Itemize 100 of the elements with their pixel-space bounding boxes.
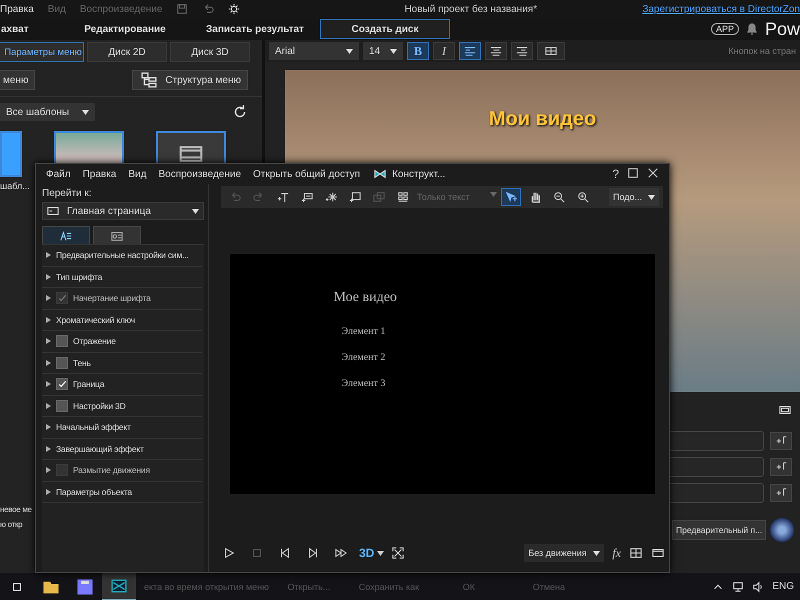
bold-button[interactable]: B [407, 42, 429, 60]
pane-tab[interactable] [93, 226, 141, 244]
panel-tab[interactable]: Диск 2D [87, 42, 167, 62]
sparkle-icon [325, 191, 337, 203]
aspect-ratio-icon [651, 547, 665, 559]
volume-icon [752, 580, 764, 592]
font-dropdown[interactable]: Arial [269, 42, 359, 60]
page-icon [47, 205, 59, 217]
goto-label: Перейти к: [42, 188, 93, 199]
caret-icon [82, 110, 89, 114]
align-button[interactable] [485, 42, 507, 60]
expand-arrow-icon[interactable] [46, 295, 51, 302]
layout-button[interactable] [537, 42, 565, 60]
expand-arrow-icon[interactable] [46, 316, 51, 323]
menu-structure-button[interactable]: Структура меню [132, 70, 248, 90]
italic-button[interactable]: I [433, 42, 455, 60]
app-logo-icon [372, 168, 388, 180]
mode-tab[interactable]: Создать диск [320, 19, 450, 39]
next-frame-icon [307, 547, 319, 559]
caret-icon [490, 192, 497, 197]
property-row[interactable]: Тень [42, 352, 202, 374]
app-badge[interactable]: APP [710, 23, 739, 35]
expand-arrow-icon[interactable] [46, 338, 51, 344]
close-icon [647, 167, 659, 179]
menu-item[interactable]: Воспроизведение [158, 168, 242, 180]
panel-tab[interactable]: Диск 3D [170, 42, 250, 62]
property-row[interactable]: Предварительные настройки сим... [42, 245, 202, 266]
property-row[interactable]: Отражение [42, 331, 202, 352]
expand-arrow-icon[interactable] [46, 402, 51, 409]
property-row[interactable]: Хроматический ключ [42, 310, 202, 331]
action-button[interactable] [770, 432, 792, 450]
canvas-title[interactable]: Мое видео [334, 290, 654, 306]
register-link[interactable]: Зарегистрироваться в DirectorZon [642, 4, 800, 14]
preview-button[interactable]: Предварительный п... [672, 520, 766, 540]
checkbox[interactable] [56, 356, 68, 369]
page-dropdown[interactable]: Главная страница [42, 202, 204, 220]
undo-icon [202, 3, 214, 15]
expand-arrow-icon[interactable] [46, 381, 51, 388]
action-button[interactable] [770, 458, 792, 476]
property-row[interactable]: Параметры объекта [42, 482, 202, 503]
panel-tab[interactable]: Параметры меню [0, 42, 84, 62]
expand-arrow-icon[interactable] [46, 446, 51, 452]
expand-arrow-icon[interactable] [46, 274, 51, 280]
canvas-menu-item[interactable]: Элемент 3 [342, 378, 654, 389]
align-button[interactable] [511, 42, 533, 60]
align-button[interactable] [459, 42, 481, 60]
add-frame-icon [349, 191, 361, 203]
effects-button[interactable]: fx [612, 546, 621, 560]
canvas-menu-item[interactable]: Элемент 1 [342, 326, 654, 337]
structure-icon [139, 72, 160, 88]
mode-tab[interactable]: Редактирование [60, 19, 190, 39]
language-indicator[interactable]: ENG [772, 581, 794, 592]
menu-button[interactable]: меню [0, 70, 36, 90]
blank-thumbnail[interactable] [0, 131, 22, 177]
checkbox[interactable] [56, 378, 68, 390]
property-row[interactable]: Граница [42, 374, 202, 396]
menu-item[interactable]: Файл [46, 168, 71, 180]
menu-item[interactable]: Вид [128, 168, 146, 180]
motion-dropdown[interactable]: Без движения [524, 544, 604, 562]
expand-arrow-icon[interactable] [46, 360, 51, 366]
expand-arrow-icon[interactable] [46, 467, 51, 474]
menu-item[interactable]: Правка [0, 4, 34, 14]
add-button-icon [301, 191, 313, 203]
action-button[interactable] [770, 484, 792, 502]
expand-arrow-icon[interactable] [46, 424, 51, 430]
thumbnail-caption: шабл... [0, 181, 30, 191]
menu-item[interactable]: Правка [82, 168, 116, 180]
expand-arrow-icon[interactable] [46, 488, 51, 495]
disc-icon[interactable] [770, 518, 794, 542]
fullscreen-icon [392, 547, 404, 559]
play-icon [223, 547, 235, 559]
checkbox[interactable] [56, 400, 68, 412]
pane-tab[interactable] [42, 226, 90, 244]
zoom-dropdown[interactable]: Подо... [609, 188, 659, 206]
buttons-per-page-label: Кнопок на стран [728, 46, 796, 56]
checkbox[interactable] [56, 335, 68, 348]
caret-icon [390, 48, 397, 54]
pointer-move-button[interactable] [501, 188, 521, 206]
property-row[interactable]: Тип шрифта [42, 266, 202, 288]
3d-mode-button[interactable]: 3D [359, 546, 384, 560]
bell-icon [744, 22, 759, 36]
object-properties-icon [110, 230, 124, 242]
safe-zone-icon [778, 404, 792, 416]
help-button[interactable]: ? [612, 167, 619, 181]
property-row[interactable]: Начальный эффект [42, 417, 202, 438]
gear-icon [228, 3, 240, 15]
hint-text: екта во время открытия меню [144, 582, 269, 592]
template-dropdown[interactable]: Все шаблоны [0, 103, 95, 121]
align-right-icon [516, 45, 528, 57]
font-size-dropdown[interactable]: 14 [363, 42, 403, 60]
fast-forward-icon [335, 547, 347, 559]
maximize-icon [627, 167, 639, 179]
menu-item[interactable]: Открыть общий доступ [253, 168, 360, 180]
mode-tab[interactable]: Записать результат [190, 19, 320, 39]
expand-arrow-icon[interactable] [46, 252, 51, 258]
property-row[interactable]: Завершающий эффект [42, 438, 202, 460]
add-text-icon [277, 191, 289, 203]
canvas-menu-item[interactable]: Элемент 2 [342, 352, 654, 363]
mode-tab[interactable]: ахват [0, 19, 60, 39]
property-row[interactable]: Настройки 3D [42, 396, 202, 417]
